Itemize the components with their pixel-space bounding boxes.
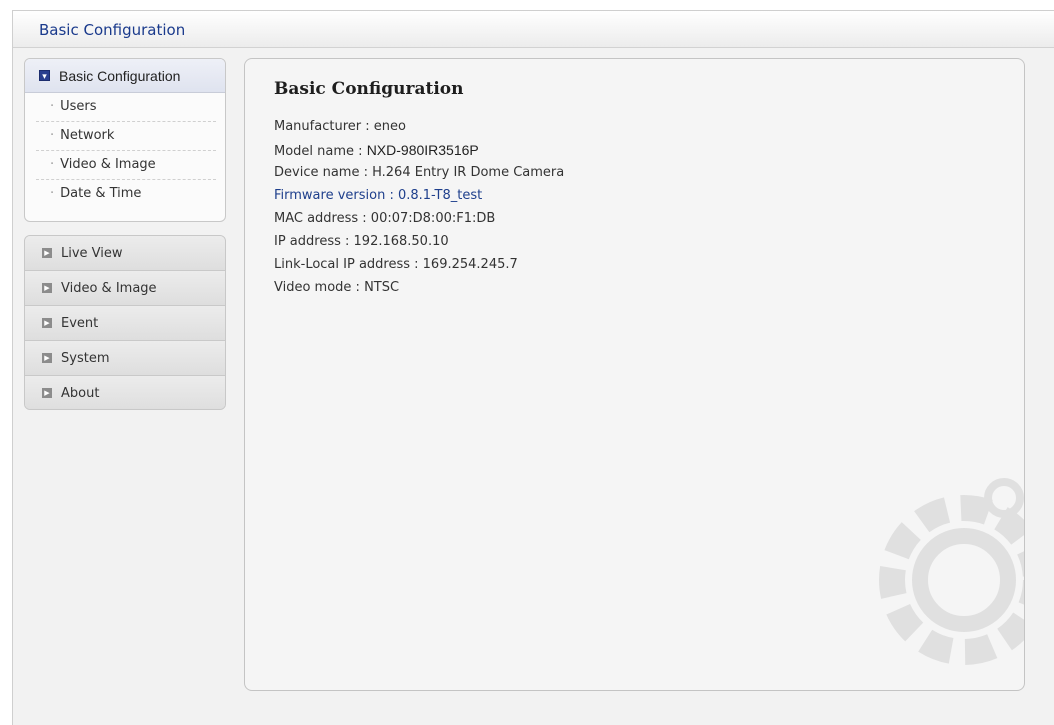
- sidebar-active-group: ▾ Basic Configuration · Users · Network · V…: [24, 58, 226, 222]
- model-name-value: NXD-980IR3516P: [366, 142, 479, 158]
- video-mode-row: Video mode : NTSC: [274, 280, 400, 295]
- content-panel: Basic Configuration Manufacturer : eneo …: [244, 58, 1025, 691]
- sidebar-subitem-label: Video & Image: [60, 157, 156, 172]
- sidebar-item-basic-configuration[interactable]: ▾ Basic Configuration: [25, 59, 225, 93]
- bullet-icon: ·: [50, 157, 55, 172]
- arrow-right-icon: ▶: [42, 318, 52, 328]
- sidebar-subitem-label: Users: [60, 99, 97, 114]
- sidebar-item-event[interactable]: ▶ Event: [25, 306, 225, 341]
- page-title: Basic Configuration: [274, 79, 464, 99]
- firmware-version-row: Firmware version : 0.8.1-T8_test: [274, 188, 483, 203]
- bullet-icon: ·: [50, 186, 55, 201]
- model-name-row: Model name : NXD-980IR3516P: [274, 140, 564, 163]
- mac-address-row: MAC address : 00:07:D8:00:F1:DB: [274, 211, 496, 226]
- model-name-label: Model name :: [274, 144, 363, 159]
- sidebar-item-label: Video & Image: [61, 280, 157, 296]
- sidebar-item-label: Live View: [61, 245, 123, 261]
- sidebar-subitem-network[interactable]: · Network: [36, 122, 216, 151]
- ip-address-row: IP address : 192.168.50.10: [274, 234, 449, 249]
- sidebar-item-video-image[interactable]: ▶ Video & Image: [25, 271, 225, 306]
- arrow-right-icon: ▶: [42, 388, 52, 398]
- device-info-list: Manufacturer : eneo Model name : NXD-980…: [274, 117, 564, 301]
- sidebar-subitem-label: Date & Time: [60, 186, 142, 201]
- sidebar-item-label: Basic Configuration: [59, 67, 181, 84]
- arrow-right-icon: ▶: [42, 283, 52, 293]
- sidebar-subitem-users[interactable]: · Users: [36, 93, 216, 122]
- sidebar-item-live-view[interactable]: ▶ Live View: [25, 236, 225, 271]
- sidebar-item-label: System: [61, 350, 110, 366]
- bullet-icon: ·: [50, 128, 55, 143]
- sidebar-item-label: Event: [61, 315, 99, 331]
- expanded-checkbox-icon: ▾: [39, 70, 50, 81]
- arrow-right-icon: ▶: [42, 353, 52, 363]
- title-bar: Basic Configuration: [13, 11, 1054, 48]
- sidebar-item-about[interactable]: ▶ About: [25, 376, 225, 409]
- arrow-right-icon: ▶: [42, 248, 52, 258]
- bullet-icon: ·: [50, 99, 55, 114]
- sidebar-sections: ▶ Live View ▶ Video & Image ▶ Event ▶ Sy…: [24, 235, 226, 410]
- sidebar-subitem-video-image[interactable]: · Video & Image: [36, 151, 216, 180]
- window-title: Basic Configuration: [39, 21, 186, 39]
- gear-watermark-icon: [879, 478, 1024, 665]
- sidebar-subitem-date-time[interactable]: · Date & Time: [36, 180, 216, 208]
- sidebar-subitem-label: Network: [60, 128, 115, 143]
- link-local-ip-row: Link-Local IP address : 169.254.245.7: [274, 257, 518, 272]
- sidebar-item-system[interactable]: ▶ System: [25, 341, 225, 376]
- device-name-row: Device name : H.264 Entry IR Dome Camera: [274, 165, 565, 180]
- sidebar-item-label: About: [61, 385, 100, 401]
- manufacturer-row: Manufacturer : eneo: [274, 119, 406, 134]
